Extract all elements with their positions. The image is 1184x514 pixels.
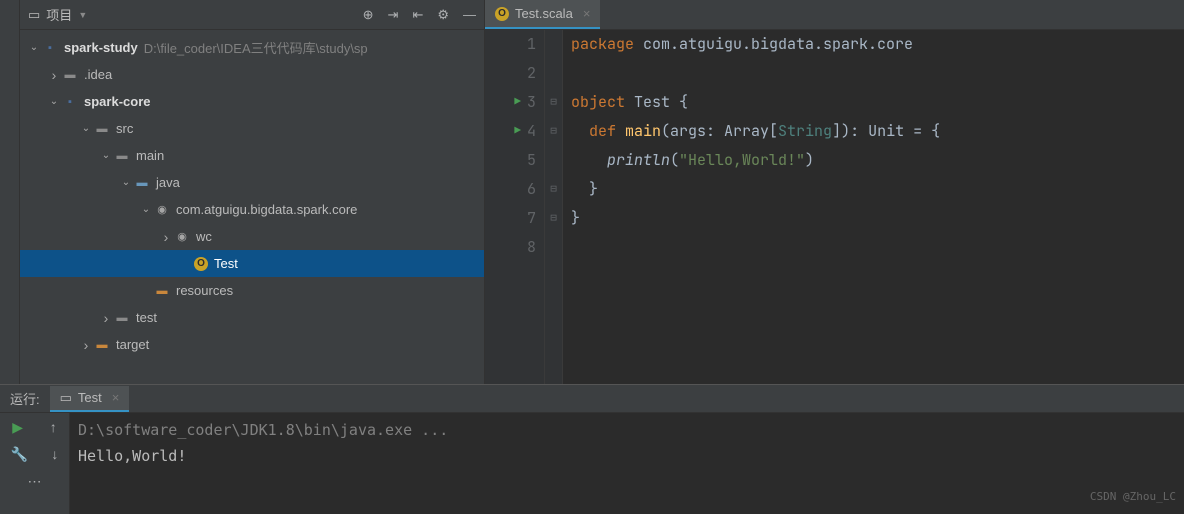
watermark: CSDN @Zhou_LC bbox=[1090, 484, 1176, 510]
tab-label: Test.scala bbox=[515, 6, 573, 21]
tree-label: .idea bbox=[84, 67, 112, 82]
tree-node-test[interactable]: ▬ test bbox=[20, 304, 484, 331]
tree-node-sparkcore[interactable]: ▪ spark-core bbox=[20, 88, 484, 115]
sidebar-title[interactable]: ▭ 项目 ▼ bbox=[28, 5, 87, 24]
down-stack-icon[interactable]: ↓ bbox=[51, 446, 58, 463]
excluded-folder-icon: ▬ bbox=[94, 337, 110, 353]
line-number: 5 bbox=[527, 146, 536, 175]
locate-icon[interactable]: ⊕ bbox=[363, 7, 374, 23]
console-cmd-line: D:\software_coder\JDK1.8\bin\java.exe ..… bbox=[78, 417, 1176, 443]
folder-icon: ▬ bbox=[114, 310, 130, 326]
run-header: 运行: ▭ Test × bbox=[0, 385, 1184, 413]
folder-icon: ▬ bbox=[94, 121, 110, 137]
run-panel: 运行: ▭ Test × ▶ ↑ 🔧 ↓ ⋯ D:\software_coder… bbox=[0, 384, 1184, 514]
tree-node-root[interactable]: ▪ spark-study D:\file_coder\IDEA三代代码库\st… bbox=[20, 34, 484, 61]
chevron-down-icon[interactable]: ▼ bbox=[78, 10, 87, 20]
line-number: 2 bbox=[527, 59, 536, 88]
project-icon: ▭ bbox=[28, 7, 40, 23]
folder-icon: ▬ bbox=[114, 148, 130, 164]
console-output-line: Hello,World! bbox=[78, 443, 1176, 469]
tree-label: java bbox=[156, 175, 180, 190]
run-toolbar: ▶ ↑ 🔧 ↓ ⋯ bbox=[0, 413, 70, 514]
up-stack-icon[interactable]: ↑ bbox=[50, 419, 57, 436]
module-icon: ▪ bbox=[62, 94, 78, 110]
tab-test-scala[interactable]: O Test.scala × bbox=[485, 0, 600, 29]
run-tab-test[interactable]: ▭ Test × bbox=[50, 386, 130, 412]
scala-object-icon: O bbox=[194, 257, 208, 271]
line-number: 3 bbox=[527, 88, 536, 117]
tree-node-idea[interactable]: ▬ .idea bbox=[20, 61, 484, 88]
tree-label: spark-core bbox=[84, 94, 150, 109]
tree-path: D:\file_coder\IDEA三代代码库\study\sp bbox=[144, 38, 368, 57]
tree-node-java[interactable]: ▬ java bbox=[20, 169, 484, 196]
tree-node-resources[interactable]: ▬ resources bbox=[20, 277, 484, 304]
tree-node-package[interactable]: ◉ com.atguigu.bigdata.spark.core bbox=[20, 196, 484, 223]
run-config-icon: ▭ bbox=[60, 390, 72, 406]
tree-node-src[interactable]: ▬ src bbox=[20, 115, 484, 142]
fold-gutter[interactable]: ⊟ ⊟ ⊟ ⊟ bbox=[545, 30, 563, 384]
scala-object-icon: O bbox=[495, 7, 509, 21]
minimize-icon[interactable]: — bbox=[463, 7, 476, 23]
wrench-icon[interactable]: 🔧 bbox=[11, 446, 28, 463]
expand-all-icon[interactable]: ⇥ bbox=[388, 7, 399, 23]
line-number: 6 bbox=[527, 175, 536, 204]
tree-node-main[interactable]: ▬ main bbox=[20, 142, 484, 169]
editor-area: O Test.scala × 1 2 ▶3 ▶4 5 6 7 8 ⊟ ⊟ ⊟ ⊟… bbox=[485, 0, 1184, 384]
line-gutter[interactable]: 1 2 ▶3 ▶4 5 6 7 8 bbox=[485, 30, 545, 384]
run-label: 运行: bbox=[10, 389, 40, 408]
package-icon: ◉ bbox=[154, 202, 170, 218]
code-text[interactable]: package com.atguigu.bigdata.spark.core o… bbox=[563, 30, 1184, 384]
run-tab-label: Test bbox=[78, 390, 102, 405]
run-console[interactable]: D:\software_coder\JDK1.8\bin\java.exe ..… bbox=[70, 413, 1184, 514]
tree-label: test bbox=[136, 310, 157, 325]
tree-label: com.atguigu.bigdata.spark.core bbox=[176, 202, 357, 217]
line-number: 7 bbox=[527, 204, 536, 233]
tree-node-target[interactable]: ▬ target bbox=[20, 331, 484, 358]
package-icon: ◉ bbox=[174, 229, 190, 245]
line-number: 1 bbox=[527, 30, 536, 59]
project-sidebar: ▭ 项目 ▼ ⊕ ⇥ ⇤ ⚙ — ▪ spark-study D:\file_c… bbox=[20, 0, 485, 384]
tree-label: Test bbox=[214, 256, 238, 271]
tree-label: wc bbox=[196, 229, 212, 244]
tree-label: spark-study bbox=[64, 40, 138, 55]
collapse-all-icon[interactable]: ⇤ bbox=[412, 7, 423, 23]
tree-label: main bbox=[136, 148, 164, 163]
close-icon[interactable]: × bbox=[112, 390, 120, 405]
module-icon: ▪ bbox=[42, 40, 58, 56]
left-tool-rail[interactable] bbox=[0, 0, 20, 384]
editor-tabs: O Test.scala × bbox=[485, 0, 1184, 30]
source-folder-icon: ▬ bbox=[134, 175, 150, 191]
tree-node-wc[interactable]: ◉ wc bbox=[20, 223, 484, 250]
folder-icon: ▬ bbox=[62, 67, 78, 83]
project-tree[interactable]: ▪ spark-study D:\file_coder\IDEA三代代码库\st… bbox=[20, 30, 484, 384]
tree-node-test-obj[interactable]: O Test bbox=[20, 250, 484, 277]
tree-label: src bbox=[116, 121, 133, 136]
run-gutter-icon[interactable]: ▶ bbox=[514, 88, 521, 117]
line-number: 8 bbox=[527, 233, 536, 262]
close-icon[interactable]: × bbox=[583, 6, 591, 21]
resources-folder-icon: ▬ bbox=[154, 283, 170, 299]
run-gutter-icon[interactable]: ▶ bbox=[514, 117, 521, 146]
gear-icon[interactable]: ⚙ bbox=[437, 7, 449, 23]
run-button[interactable]: ▶ bbox=[12, 419, 23, 436]
line-number: 4 bbox=[527, 117, 536, 146]
tree-label: target bbox=[116, 337, 149, 352]
tree-label: resources bbox=[176, 283, 233, 298]
sidebar-header: ▭ 项目 ▼ ⊕ ⇥ ⇤ ⚙ — bbox=[20, 0, 484, 30]
sidebar-title-label: 项目 bbox=[46, 5, 72, 24]
code-editor[interactable]: 1 2 ▶3 ▶4 5 6 7 8 ⊟ ⊟ ⊟ ⊟ package com.at… bbox=[485, 30, 1184, 384]
more-icon[interactable]: ⋯ bbox=[28, 473, 42, 490]
